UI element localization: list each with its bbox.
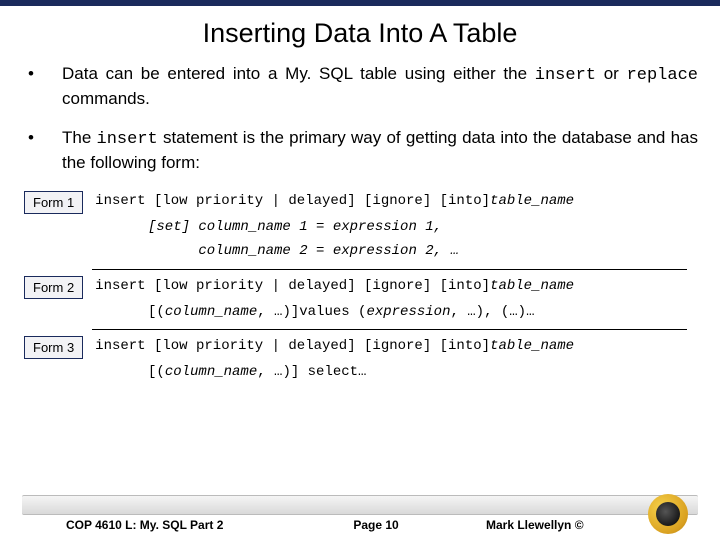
footer-author: Mark Llewellyn © [486,518,626,532]
form-3: Form 3 insert [low priority | delayed] [… [22,336,698,383]
form-1: Form 1 insert [low priority | delayed] [… [22,191,698,263]
bullet-text: or [596,64,627,83]
inline-code: insert [535,66,596,85]
bullet-item: Data can be entered into a My. SQL table… [22,63,698,111]
ucf-logo-icon [648,494,688,534]
bullet-list: Data can be entered into a My. SQL table… [22,63,698,175]
code-line: insert [low priority | delayed] [ignore]… [95,276,698,297]
divider [92,329,687,330]
inline-code: insert [97,130,158,149]
form-label: Form 2 [24,276,83,299]
code-line: [(column_name, …)] select… [148,361,698,383]
code-line: [(column_name, …)]values (expression, …)… [148,301,698,323]
bullet-item: The insert statement is the primary way … [22,127,698,175]
code-line: insert [low priority | delayed] [ignore]… [95,191,698,212]
footer-bar [22,495,698,515]
page-title: Inserting Data Into A Table [22,18,698,49]
footer-course: COP 4610 L: My. SQL Part 2 [66,518,286,532]
footer-page: Page 10 [326,518,426,532]
inline-code: replace [627,66,698,85]
bullet-text: commands. [62,89,150,108]
footer: COP 4610 L: My. SQL Part 2 Page 10 Mark … [0,495,720,532]
form-label: Form 3 [24,336,83,359]
code-line: [set] column_name 1 = expression 1, [148,216,698,238]
bullet-text: The [62,128,97,147]
divider [92,269,687,270]
form-label: Form 1 [24,191,83,214]
code-line: insert [low priority | delayed] [ignore]… [95,336,698,357]
bullet-text: statement is the primary way of getting … [62,128,698,172]
forms-section: Form 1 insert [low priority | delayed] [… [22,191,698,384]
form-2: Form 2 insert [low priority | delayed] [… [22,276,698,323]
bullet-text: Data can be entered into a My. SQL table… [62,64,535,83]
code-line: column_name 2 = expression 2, … [148,240,698,262]
